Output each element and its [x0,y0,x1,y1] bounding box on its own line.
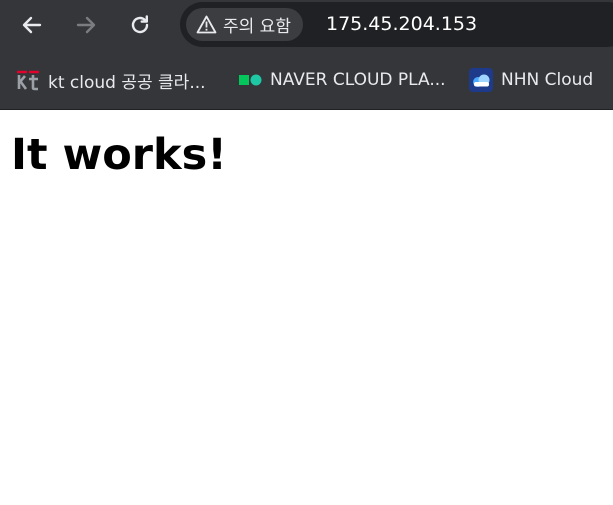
reload-icon [131,15,149,34]
security-chip-label: 주의 요함 [223,17,291,37]
reload-button[interactable] [124,9,156,41]
address-bar[interactable]: 주의 요함 175.45.204.153 [180,2,613,47]
bookmark-nhn-cloud[interactable]: NHN Cloud [469,67,593,93]
security-status-chip[interactable]: 주의 요함 [186,8,303,41]
bookmark-label: NAVER CLOUD PLA... [270,70,446,90]
bookmark-label: NHN Cloud [501,70,594,90]
warning-icon [196,15,217,34]
arrow-right-icon [76,16,96,34]
naver-cloud-icon [238,69,262,91]
nhn-cloud-icon [469,68,493,92]
arrow-left-icon [22,16,42,34]
bookmark-kt-cloud[interactable]: kt cloud 공공 클라... [16,67,206,93]
kt-logo-icon [16,69,40,91]
bookmark-label: kt cloud 공공 클라... [48,72,206,93]
bookmark-naver-cloud[interactable]: NAVER CLOUD PLA... [238,67,446,93]
page-content: It works! [0,110,613,505]
browser-toolbar: 주의 요함 175.45.204.153 [0,0,613,50]
url-text[interactable]: 175.45.204.153 [326,13,477,35]
bookmarks-bar: kt cloud 공공 클라... NAVER CLOUD PLA... NHN… [0,50,613,110]
back-button[interactable] [16,9,48,41]
page-heading: It works! [11,130,227,180]
forward-button[interactable] [70,9,102,41]
